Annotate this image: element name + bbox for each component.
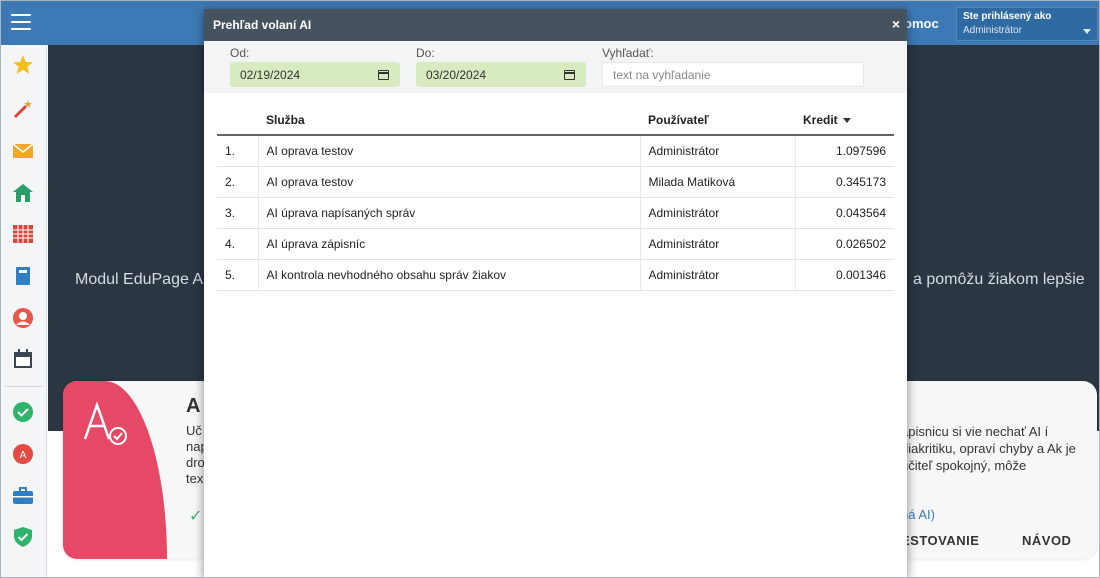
from-date-input[interactable] bbox=[230, 62, 400, 87]
briefcase-icon[interactable] bbox=[12, 485, 34, 507]
magic-wand-icon[interactable] bbox=[12, 98, 34, 120]
hamburger-menu-icon[interactable] bbox=[11, 14, 31, 30]
background-text-left: Modul EduPage A bbox=[75, 271, 204, 288]
row-credit: 0.043564 bbox=[794, 197, 894, 229]
row-user: Administrátor bbox=[639, 135, 795, 167]
to-date-input[interactable] bbox=[416, 62, 586, 87]
table-row[interactable]: 4. AI úprava zápisníc Administrátor 0.02… bbox=[217, 228, 894, 260]
shield-check-icon[interactable] bbox=[12, 526, 34, 548]
chevron-down-icon bbox=[1083, 29, 1091, 34]
home-icon[interactable] bbox=[12, 182, 34, 204]
calendar-icon[interactable] bbox=[12, 348, 34, 370]
row-user: Milada Matiková bbox=[639, 166, 795, 198]
table-row[interactable]: 1. AI oprava testov Administrátor 1.0975… bbox=[217, 135, 894, 167]
table-header-row: Služba Používateľ Kredit bbox=[217, 106, 894, 136]
row-credit: 0.026502 bbox=[794, 228, 894, 260]
sort-desc-icon bbox=[842, 118, 851, 124]
column-header-user[interactable]: Používateľ bbox=[640, 106, 795, 136]
row-number: 5. bbox=[217, 259, 258, 291]
calendar-picker-icon[interactable] bbox=[378, 70, 389, 80]
card-left-text: Uč nap dro tex bbox=[186, 423, 204, 486]
row-credit: 1.097596 bbox=[794, 135, 894, 167]
book-icon[interactable] bbox=[12, 265, 34, 287]
search-label: Vyhľadať: bbox=[602, 46, 654, 60]
star-icon[interactable] bbox=[12, 54, 34, 76]
background-text-right: a pomôžu žiakom lepšie bbox=[913, 271, 1085, 288]
row-user: Administrátor bbox=[639, 228, 795, 260]
user-icon[interactable] bbox=[12, 307, 34, 329]
ai-grading-logo-icon bbox=[83, 401, 127, 445]
timetable-icon[interactable] bbox=[12, 223, 34, 245]
calendar-picker-icon[interactable] bbox=[564, 70, 575, 80]
row-user: Administrátor bbox=[639, 259, 795, 291]
help-link[interactable]: omoc bbox=[904, 16, 939, 31]
table-row[interactable]: 3. AI úprava napísaných správ Administrá… bbox=[217, 197, 894, 229]
ai-calls-table: Služba Používateľ Kredit 1. AI oprava te… bbox=[217, 106, 894, 291]
dialog-header: Prehľad volaní AI × bbox=[204, 9, 907, 41]
sidebar-divider bbox=[5, 386, 43, 387]
column-header-credit-label: Kredit bbox=[803, 113, 838, 127]
ai-calls-dialog: Prehľad volaní AI × Od: Do: Vyhľadať: Sl… bbox=[204, 9, 907, 577]
column-header-number bbox=[217, 106, 258, 136]
ai-badge-icon[interactable]: A bbox=[12, 443, 34, 465]
app-frame: omoc Ste prihlásený ako Administrátor A … bbox=[0, 0, 1100, 578]
testing-button[interactable]: ESTOVANIE bbox=[901, 533, 979, 548]
row-number: 4. bbox=[217, 228, 258, 260]
to-date-label: Do: bbox=[416, 46, 435, 60]
row-credit: 0.001346 bbox=[794, 259, 894, 291]
card-title: A bbox=[186, 395, 201, 417]
user-menu-name: Administrátor bbox=[963, 25, 1022, 36]
envelope-icon[interactable] bbox=[12, 140, 34, 162]
from-date-label: Od: bbox=[230, 46, 250, 60]
close-icon[interactable]: × bbox=[892, 16, 900, 32]
check-circle-icon[interactable] bbox=[12, 401, 34, 423]
column-header-service[interactable]: Služba bbox=[258, 106, 640, 136]
row-service: AI úprava zápisníc bbox=[257, 228, 640, 260]
svg-text:A: A bbox=[20, 450, 27, 461]
row-number: 1. bbox=[217, 135, 258, 167]
table-row[interactable]: 2. AI oprava testov Milada Matiková 0.34… bbox=[217, 166, 894, 198]
checkmark-icon: ✓ bbox=[189, 508, 203, 525]
row-service: AI oprava testov bbox=[257, 135, 640, 167]
filter-bar: Od: Do: Vyhľadať: bbox=[204, 41, 907, 93]
row-credit: 0.345173 bbox=[794, 166, 894, 198]
dialog-title: Prehľad volaní AI bbox=[213, 18, 312, 32]
row-service: AI oprava testov bbox=[257, 166, 640, 198]
user-menu[interactable]: Ste prihlásený ako Administrátor bbox=[956, 7, 1098, 41]
sidebar: A bbox=[1, 45, 47, 577]
row-service: AI kontrola nevhodného obsahu správ žiak… bbox=[257, 259, 640, 291]
card-description: ápisnicu si vie nechať AI í diakritiku, … bbox=[901, 424, 1076, 473]
search-input[interactable] bbox=[602, 62, 864, 87]
column-header-credit[interactable]: Kredit bbox=[795, 106, 894, 136]
table-row[interactable]: 5. AI kontrola nevhodného obsahu správ ž… bbox=[217, 259, 894, 291]
card-accent bbox=[63, 381, 167, 559]
row-service: AI úprava napísaných správ bbox=[257, 197, 640, 229]
row-number: 2. bbox=[217, 166, 258, 198]
guide-button[interactable]: NÁVOD bbox=[1022, 533, 1071, 548]
row-user: Administrátor bbox=[639, 197, 795, 229]
user-menu-caption: Ste prihlásený ako bbox=[963, 11, 1052, 22]
row-number: 3. bbox=[217, 197, 258, 229]
